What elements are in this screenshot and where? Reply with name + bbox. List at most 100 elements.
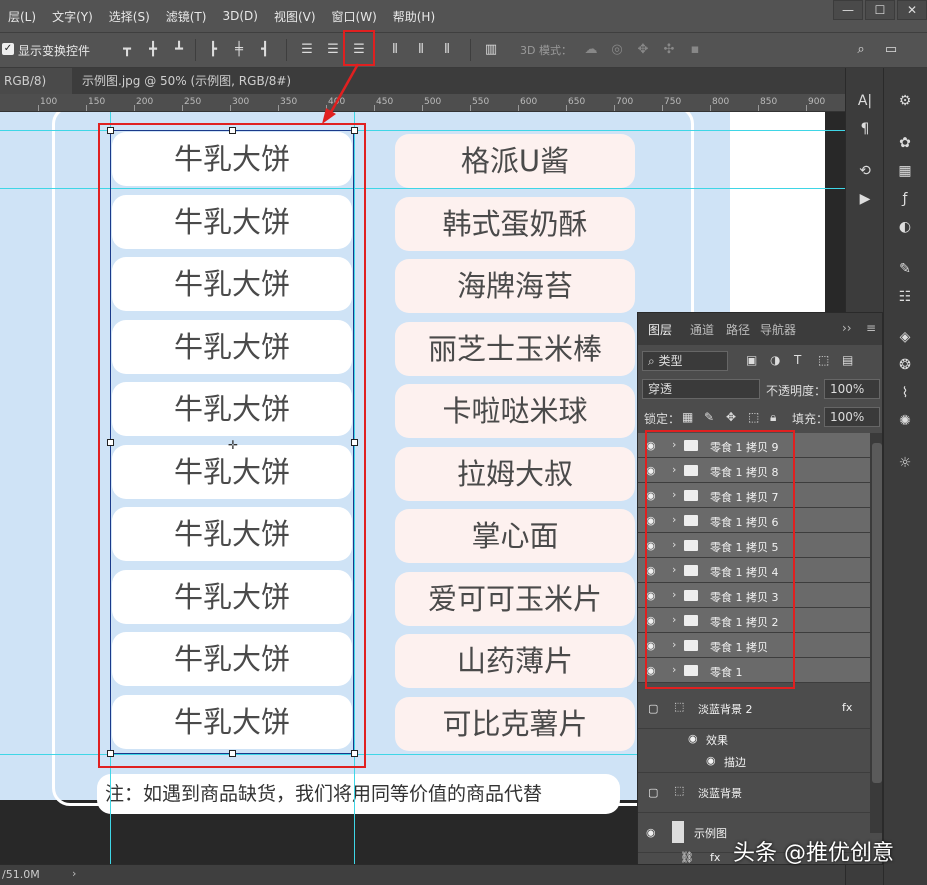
watermark: 头条 @推优创意	[733, 841, 894, 866]
tab-document-1[interactable]: RGB/8) *×	[0, 68, 72, 114]
distribute-right-icon[interactable]: ⦀	[438, 41, 456, 59]
styles-fx-icon[interactable]: ƒ	[894, 188, 916, 210]
distribute-top-icon[interactable]: ☰	[298, 41, 316, 59]
filter-adjust-icon[interactable]: ◑	[770, 353, 780, 367]
lock-transparent-icon[interactable]: ▦	[682, 410, 693, 424]
minimize-button[interactable]: —	[833, 0, 863, 20]
photoshop-window: 层(L) 文字(Y) 选择(S) 滤镜(T) 3D(D) 视图(V) 窗口(W)…	[0, 0, 927, 885]
shape-layer-icon: ⬚	[674, 700, 685, 713]
fill-input[interactable]: 100%	[824, 407, 880, 427]
actions-play-icon[interactable]: ▶	[854, 188, 876, 210]
layer-name[interactable]: 淡蓝背景	[698, 785, 742, 801]
align-top-edges-icon[interactable]: ┳	[118, 41, 136, 59]
eye-icon[interactable]: ◉	[706, 754, 716, 767]
eye-icon[interactable]: ◉	[688, 732, 698, 745]
search-icon[interactable]: ⌕	[852, 41, 870, 59]
shape-layer-icon: ⬚	[674, 784, 685, 797]
filter-pixel-icon[interactable]: ▣	[746, 353, 757, 367]
filter-smart-icon[interactable]: ▤	[842, 353, 853, 367]
maximize-button[interactable]: ☐	[865, 0, 895, 20]
layers-panel-tabs: 图层 通道 路径 导航器 ›› ≡	[638, 313, 882, 345]
adjustments-icon[interactable]: ◐	[894, 216, 916, 238]
filter-kind-select[interactable]: ⌕ 类型	[642, 351, 728, 371]
fx-icon[interactable]: fx	[842, 701, 852, 714]
status-menu-arrow[interactable]: ›	[72, 867, 76, 880]
menu-window[interactable]: 窗口(W)	[324, 8, 385, 25]
filter-type-icon[interactable]: T	[794, 353, 801, 367]
workspace-icon[interactable]: ▭	[882, 41, 900, 59]
ruler-tick	[470, 105, 471, 111]
visibility-empty[interactable]: ▢	[648, 786, 658, 799]
filter-shape-icon[interactable]: ⬚	[818, 353, 829, 367]
visibility-empty[interactable]: ▢	[648, 702, 658, 715]
distribute-horizontal-centers-icon[interactable]: ⦀	[412, 41, 430, 59]
brush-settings-icon[interactable]: ☷	[894, 286, 916, 308]
menu-3d[interactable]: 3D(D)	[214, 9, 265, 23]
3d-roll-icon: ◎	[611, 42, 623, 57]
document-size: /51.0M	[2, 868, 40, 881]
history-icon[interactable]: ⟲	[854, 160, 876, 182]
item-right: 卡啦哒米球	[395, 384, 635, 438]
distribute-vertical-centers-icon[interactable]: ☰	[324, 41, 342, 59]
tab-navigator[interactable]: 导航器	[760, 321, 796, 338]
panel-menu-icon[interactable]: ≡	[866, 321, 876, 335]
align-right-edges-icon[interactable]: ┫	[256, 41, 274, 59]
paths-icon[interactable]: ⌇	[894, 382, 916, 404]
lock-position-icon[interactable]: ✥	[726, 410, 736, 424]
close-button[interactable]: ✕	[897, 0, 927, 20]
ruler-label: 550	[472, 97, 490, 107]
lock-image-icon[interactable]: ✎	[704, 410, 714, 424]
learn-icon[interactable]: ☼	[894, 452, 916, 474]
menu-type[interactable]: 文字(Y)	[44, 8, 101, 25]
tab-document-2[interactable]: 示例图.jpg @ 50% (示例图, RGB/8#) *×	[78, 68, 318, 114]
tab-layers[interactable]: 图层	[648, 321, 672, 338]
tab-paths[interactable]: 路径	[726, 321, 750, 338]
tab-channels[interactable]: 通道	[690, 321, 714, 338]
align-left-edges-icon[interactable]: ┣	[204, 41, 222, 59]
layer-row[interactable]: ▢ ⬚ 淡蓝背景	[638, 773, 870, 813]
brush-icon[interactable]: ✎	[894, 258, 916, 280]
lock-artboard-icon[interactable]: ⬚	[748, 410, 759, 424]
opacity-input[interactable]: 100%	[824, 379, 880, 399]
collapse-icon[interactable]: ››	[842, 321, 852, 335]
ruler-tick	[230, 105, 231, 111]
highlight-box-layer-groups	[645, 430, 795, 689]
fx-footer-icon[interactable]: fx	[710, 851, 720, 864]
align-horizontal-centers-icon[interactable]: ╪	[230, 41, 248, 59]
ruler-label: 200	[136, 97, 154, 107]
menu-bar: 层(L) 文字(Y) 选择(S) 滤镜(T) 3D(D) 视图(V) 窗口(W)…	[0, 0, 927, 32]
swatches-icon[interactable]: ▦	[894, 160, 916, 182]
eye-icon[interactable]: ◉	[646, 826, 656, 839]
paragraph-icon[interactable]: ¶	[854, 118, 876, 140]
menu-view[interactable]: 视图(V)	[266, 8, 324, 25]
layers-scrollbar-thumb[interactable]	[872, 443, 882, 783]
menu-help[interactable]: 帮助(H)	[385, 8, 443, 25]
effect-stroke-row[interactable]: ◉ 描边	[638, 751, 870, 773]
align-vertical-centers-icon[interactable]: ╋	[144, 41, 162, 59]
window-controls: — ☐ ✕	[831, 0, 927, 22]
character-icon[interactable]: A|	[854, 90, 876, 112]
separator	[470, 39, 471, 61]
layer-row[interactable]: ▢ ⬚ 淡蓝背景 2 fx	[638, 689, 870, 729]
link-icon[interactable]: ⛓	[680, 851, 694, 864]
menu-layer[interactable]: 层(L)	[0, 8, 44, 25]
effects-row[interactable]: ◉ 效果	[638, 729, 870, 751]
menu-select[interactable]: 选择(S)	[101, 8, 158, 25]
auto-align-icon[interactable]: ▥	[482, 41, 500, 59]
layer-name[interactable]: 淡蓝背景 2	[698, 701, 753, 717]
show-transform-checkbox[interactable]: ✓	[2, 43, 14, 55]
align-bottom-edges-icon[interactable]: ┻	[170, 41, 188, 59]
note-text: 注：如遇到商品缺货，我们将用同等价值的商品代替	[97, 774, 620, 814]
3d-icon[interactable]: ✺	[894, 410, 916, 432]
properties-icon[interactable]: ⚙	[894, 90, 916, 112]
layers-icon[interactable]: ◈	[894, 326, 916, 348]
color-palette-icon[interactable]: ✿	[894, 132, 916, 154]
distribute-left-icon[interactable]: ⦀	[386, 41, 404, 59]
blend-mode-select[interactable]: 穿透	[642, 379, 760, 399]
ruler-tick	[278, 105, 279, 111]
layer-name[interactable]: 示例图	[694, 825, 727, 841]
ruler-tick	[758, 105, 759, 111]
lock-all-icon[interactable]: 🔒︎	[770, 410, 776, 425]
channels-icon[interactable]: ❂	[894, 354, 916, 376]
menu-filter[interactable]: 滤镜(T)	[158, 8, 215, 25]
